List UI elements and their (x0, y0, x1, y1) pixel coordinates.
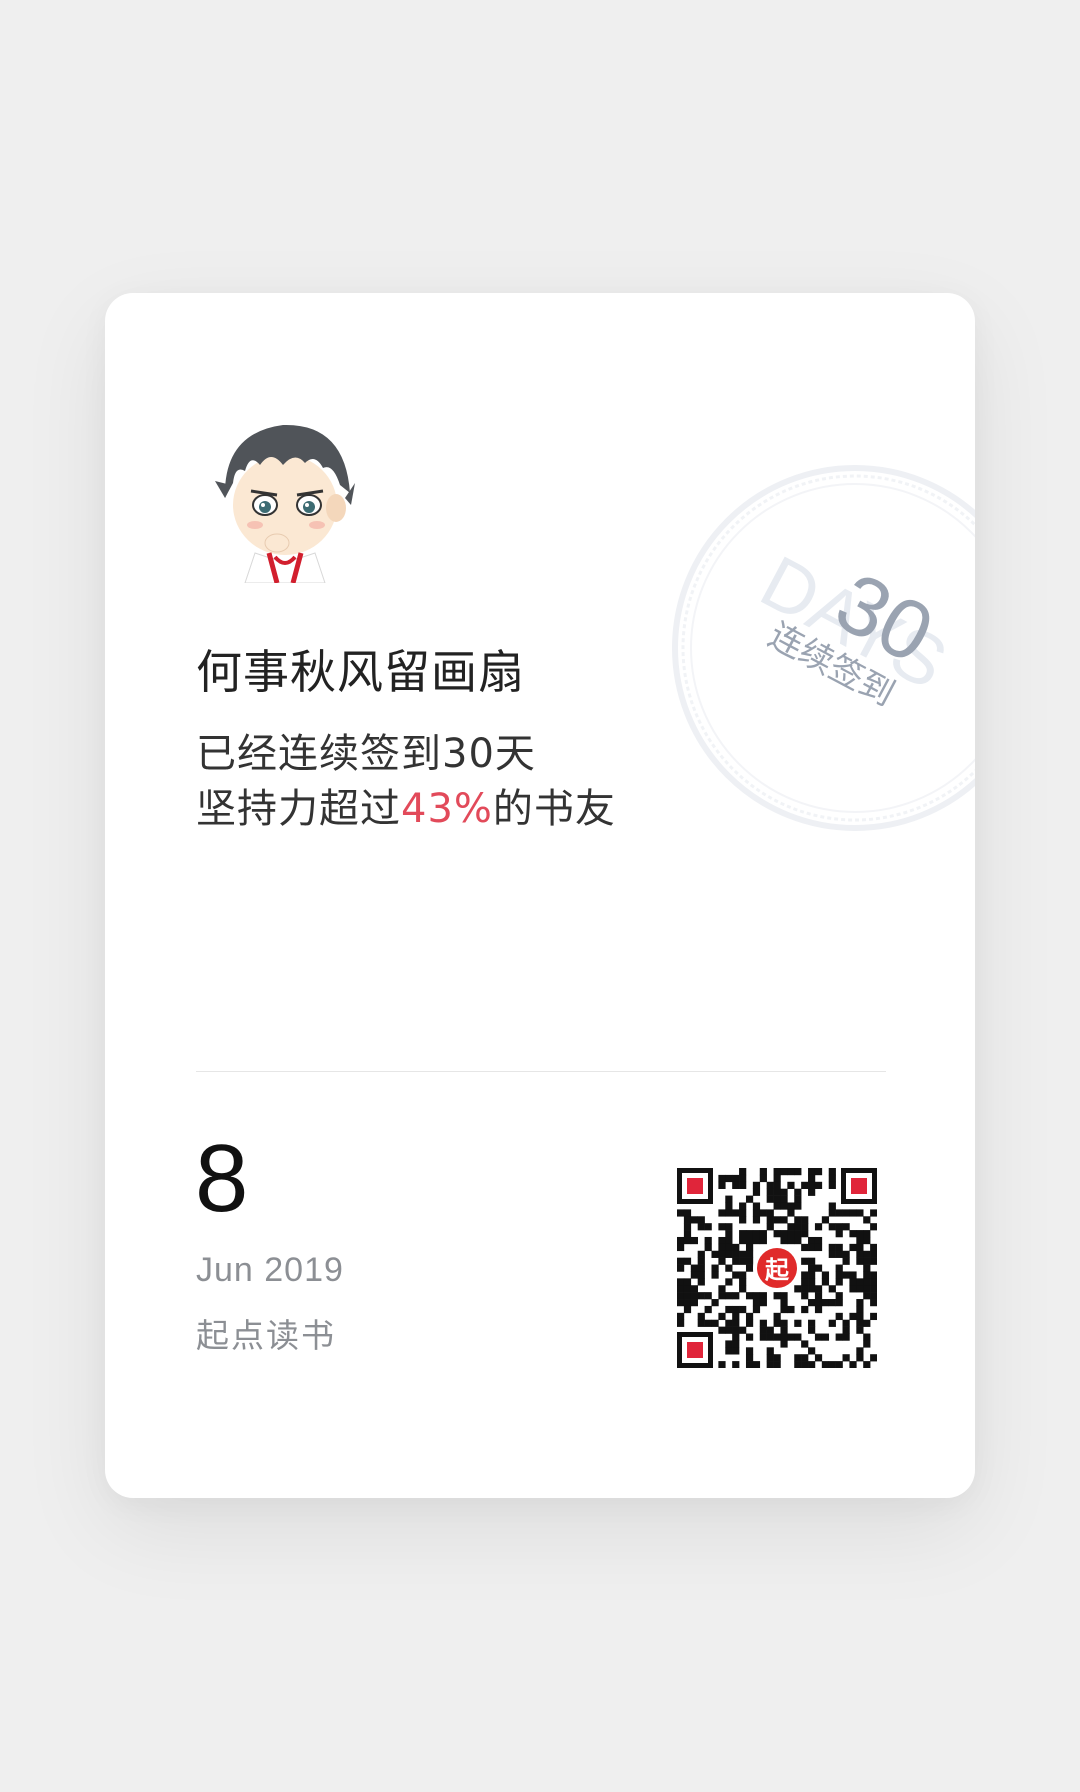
anime-boy-avatar-icon (215, 424, 355, 584)
qr-finder-bottom-left (677, 1332, 713, 1368)
rank-prefix: 坚持力超过 (196, 786, 401, 832)
qr-code-icon: 起 (677, 1168, 878, 1369)
qr-finder-top-right (841, 1168, 877, 1204)
qr-logo-text: 起 (764, 1256, 790, 1284)
divider (196, 1071, 886, 1072)
streak-stamp: DAYS 30 连续签到 (660, 453, 975, 843)
checkin-streak-text: 已经连续签到30天 (196, 731, 536, 777)
app-name: 起点读书 (196, 1316, 336, 1355)
qr-finder-top-left (677, 1168, 713, 1204)
username: 何事秋风留画扇 (196, 645, 525, 699)
stamp-badge-icon: DAYS 30 连续签到 (672, 465, 975, 831)
rank-percent: 43% (401, 786, 493, 832)
qr-code: 起 (677, 1168, 878, 1369)
checkin-share-card: 何事秋风留画扇 已经连续签到30天 坚持力超过43%的书友 DAYS 30 连续… (105, 293, 975, 1498)
rank-suffix: 的书友 (492, 786, 616, 832)
date-day: 8 (195, 1125, 249, 1232)
avatar (205, 413, 365, 584)
checkin-rank-text: 坚持力超过43%的书友 (196, 776, 616, 834)
date-month-year: Jun 2019 (196, 1251, 344, 1289)
